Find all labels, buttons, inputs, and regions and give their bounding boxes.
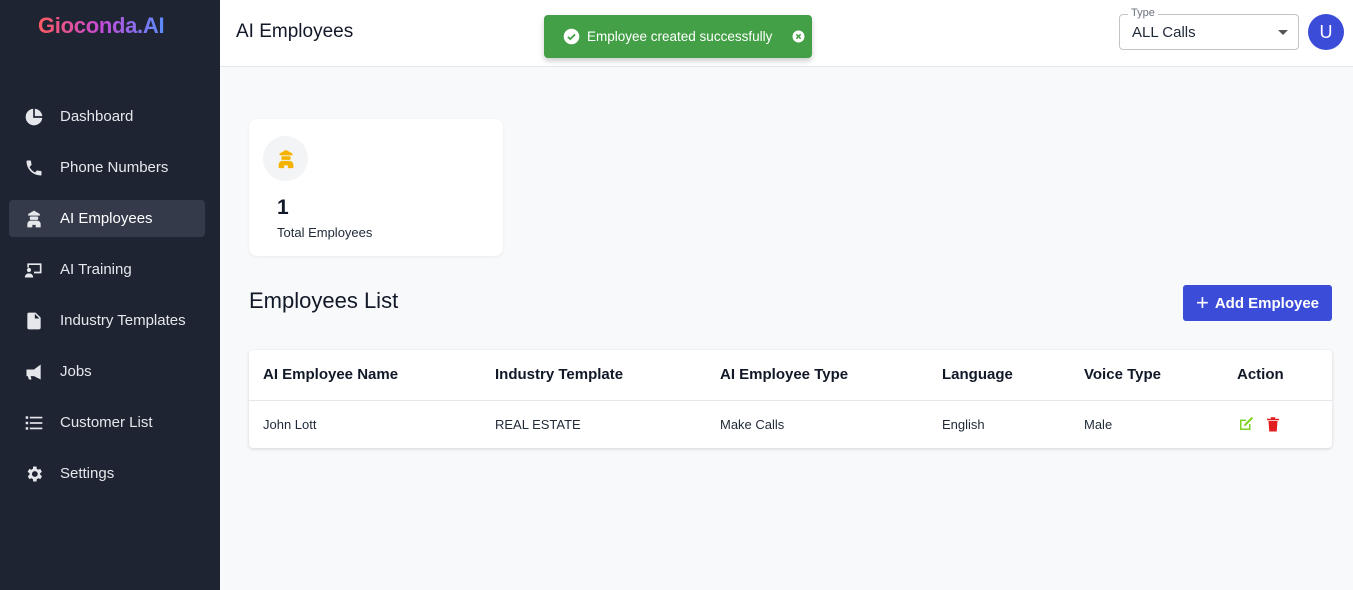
sidebar-item-label: AI Employees xyxy=(60,210,153,227)
phone-icon xyxy=(23,157,45,179)
sidebar-item-jobs[interactable]: Jobs xyxy=(9,353,205,390)
pie-chart-icon xyxy=(23,106,45,128)
close-icon[interactable] xyxy=(792,30,805,43)
type-select-label: Type xyxy=(1128,7,1158,19)
column-header-name[interactable]: AI Employee Name xyxy=(263,366,398,383)
column-header-template[interactable]: Industry Template xyxy=(495,366,623,383)
column-header-type[interactable]: AI Employee Type xyxy=(720,366,848,383)
sidebar-item-label: AI Training xyxy=(60,261,132,278)
sidebar: Gioconda.AI Dashboard Phone Numbers AI E… xyxy=(0,0,220,590)
cell-voice: Male xyxy=(1084,417,1113,432)
cell-language: English xyxy=(942,417,985,432)
sidebar-item-label: Dashboard xyxy=(60,108,134,125)
row-actions xyxy=(1237,415,1282,433)
sidebar-item-label: Jobs xyxy=(60,363,92,380)
employees-table: AI Employee Name Industry Template AI Em… xyxy=(249,350,1332,448)
cell-type: Make Calls xyxy=(720,417,785,432)
training-icon xyxy=(23,259,45,281)
type-select-value: ALL Calls xyxy=(1132,24,1196,41)
total-employees-value: 1 xyxy=(277,196,289,219)
sidebar-item-label: Phone Numbers xyxy=(60,159,169,176)
cell-template: REAL ESTATE xyxy=(495,417,581,432)
sidebar-item-phone-numbers[interactable]: Phone Numbers xyxy=(9,149,205,186)
edit-icon[interactable] xyxy=(1237,415,1255,433)
sidebar-item-settings[interactable]: Settings xyxy=(9,455,205,492)
total-employees-label: Total Employees xyxy=(277,225,373,240)
employee-icon xyxy=(263,136,308,181)
toast-message: Employee created successfully xyxy=(587,29,773,44)
column-header-action: Action xyxy=(1237,366,1284,383)
column-header-language[interactable]: Language xyxy=(942,366,1013,383)
check-circle-icon xyxy=(563,28,580,45)
user-avatar[interactable]: U xyxy=(1308,14,1344,50)
plus-icon: + xyxy=(1195,290,1209,315)
megaphone-icon xyxy=(23,361,45,383)
delete-icon[interactable] xyxy=(1264,415,1282,433)
dropdown-arrow-icon xyxy=(1278,30,1288,35)
sidebar-item-dashboard[interactable]: Dashboard xyxy=(9,98,205,135)
add-employee-button[interactable]: + Add Employee xyxy=(1183,285,1332,321)
add-employee-label: Add Employee xyxy=(1214,294,1320,312)
type-select[interactable]: Type ALL Calls xyxy=(1119,7,1299,50)
sidebar-nav: Dashboard Phone Numbers AI Employees AI … xyxy=(9,98,205,506)
cell-name: John Lott xyxy=(263,417,317,432)
employees-list-title: Employees List xyxy=(249,288,399,313)
employee-icon xyxy=(23,208,45,230)
table-header: AI Employee Name Industry Template AI Em… xyxy=(249,350,1332,401)
sidebar-item-label: Customer List xyxy=(60,414,153,431)
app-logo[interactable]: Gioconda.AI xyxy=(38,13,165,39)
sidebar-item-industry-templates[interactable]: Industry Templates xyxy=(9,302,205,339)
gear-icon xyxy=(23,463,45,485)
sidebar-item-ai-employees[interactable]: AI Employees xyxy=(9,200,205,237)
column-header-voice[interactable]: Voice Type xyxy=(1084,366,1161,383)
total-employees-card: 1 Total Employees xyxy=(249,119,503,256)
sidebar-item-label: Settings xyxy=(60,465,115,482)
sidebar-item-ai-training[interactable]: AI Training xyxy=(9,251,205,288)
list-icon xyxy=(23,412,45,434)
sidebar-item-customer-list[interactable]: Customer List xyxy=(9,404,205,441)
success-toast: Employee created successfully xyxy=(544,15,812,58)
sidebar-item-label: Industry Templates xyxy=(60,312,186,329)
document-icon xyxy=(23,310,45,332)
page-title: AI Employees xyxy=(236,21,354,42)
